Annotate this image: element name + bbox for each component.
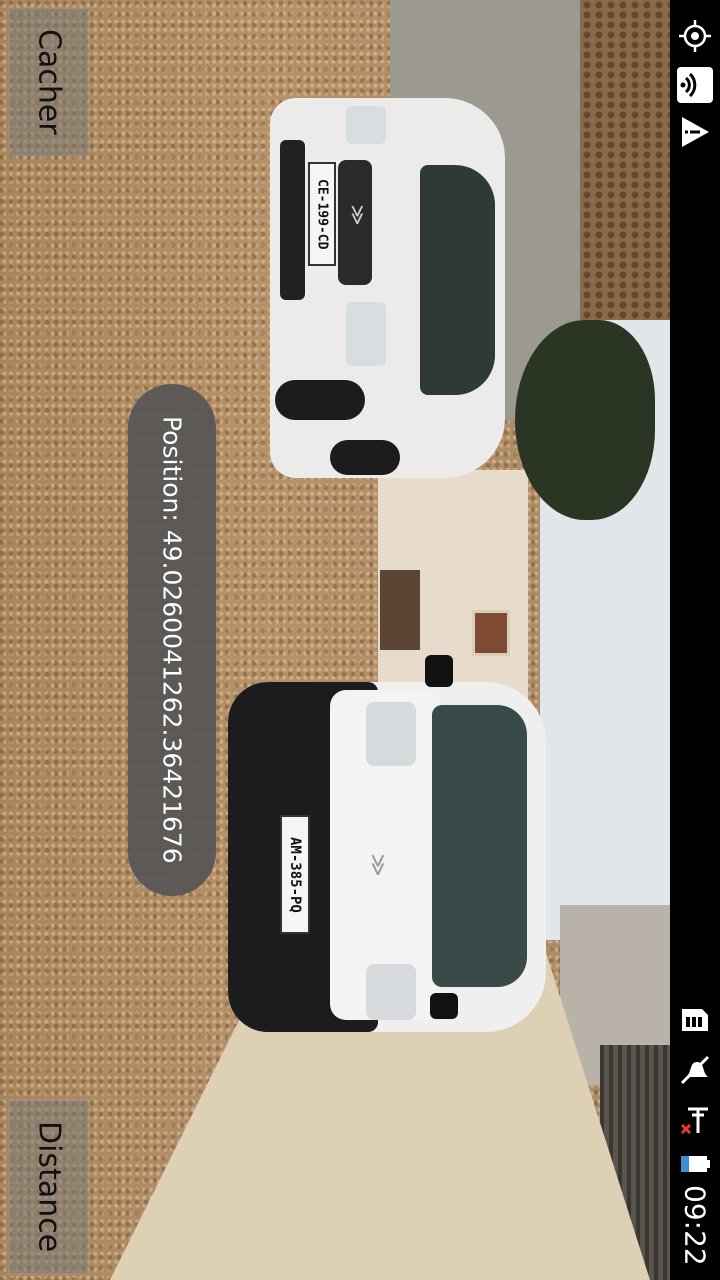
van-bottom-plate: AM-385-PQ (280, 815, 310, 934)
tree (515, 320, 655, 520)
sim-card-icon (670, 1000, 720, 1040)
position-toast: Position: 49.0260041262.36421676 (128, 384, 216, 896)
status-time-text: 09:22 (678, 1184, 712, 1266)
house-door (380, 570, 420, 650)
wifi-icon (670, 64, 720, 106)
van-bottom-mirror (425, 655, 453, 687)
van-top-wheel (330, 440, 400, 475)
hide-button-label: Cacher (31, 29, 67, 135)
van-top-headlight (346, 302, 386, 366)
van-top-logo: ≫ (346, 204, 370, 226)
van-top-grille (280, 140, 305, 300)
distance-button[interactable]: Distance (9, 1100, 89, 1274)
house-window (472, 610, 510, 656)
van-bottom-mirror (430, 993, 458, 1019)
van-bottom-headlight (366, 702, 416, 766)
status-bar: 09:22 (670, 0, 720, 1280)
status-time: 09:22 (670, 1180, 720, 1270)
distance-button-label: Distance (31, 1121, 67, 1253)
gps-icon (670, 16, 720, 56)
camera-preview: ≫ CE-199-CD AM-385-PQ ≫ (0, 0, 670, 1280)
van-bottom-windshield (432, 705, 527, 987)
van-top-wheel (275, 380, 365, 420)
van-top-windshield (420, 165, 495, 395)
van-bottom-logo: ≫ (365, 853, 391, 877)
van-top-headlight (346, 106, 386, 144)
battery-icon (670, 1144, 720, 1184)
van-top-plate: CE-199-CD (308, 162, 336, 266)
muted-icon (670, 1050, 720, 1090)
no-signal-icon (670, 1100, 720, 1140)
van-bottom-headlight (366, 964, 416, 1020)
warning-icon (670, 112, 720, 152)
position-text: Position: 49.0260041262.36421676 (157, 416, 187, 864)
hide-button[interactable]: Cacher (9, 8, 89, 156)
